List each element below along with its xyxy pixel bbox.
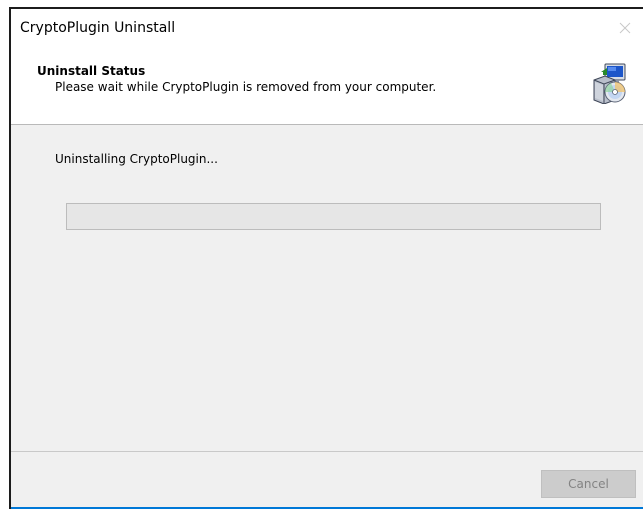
page-subtitle: Please wait while CryptoPlugin is remove… bbox=[55, 80, 437, 94]
title-bar[interactable]: CryptoPlugin Uninstall bbox=[11, 9, 643, 49]
close-button[interactable] bbox=[609, 9, 643, 47]
cancel-button[interactable]: Cancel bbox=[541, 470, 636, 498]
progress-bar bbox=[66, 203, 601, 230]
uninstall-dialog: CryptoPlugin Uninstall Uninstall Status … bbox=[9, 7, 643, 509]
page-title: Uninstall Status bbox=[37, 64, 146, 78]
header-panel: Uninstall Status Please wait while Crypt… bbox=[11, 49, 643, 125]
window-bottom-accent bbox=[11, 507, 643, 509]
installer-computer-cd-icon bbox=[593, 63, 626, 104]
close-icon bbox=[619, 22, 631, 34]
window-title: CryptoPlugin Uninstall bbox=[20, 20, 176, 36]
footer-divider bbox=[11, 451, 643, 452]
status-text: Uninstalling CryptoPlugin... bbox=[55, 152, 218, 166]
